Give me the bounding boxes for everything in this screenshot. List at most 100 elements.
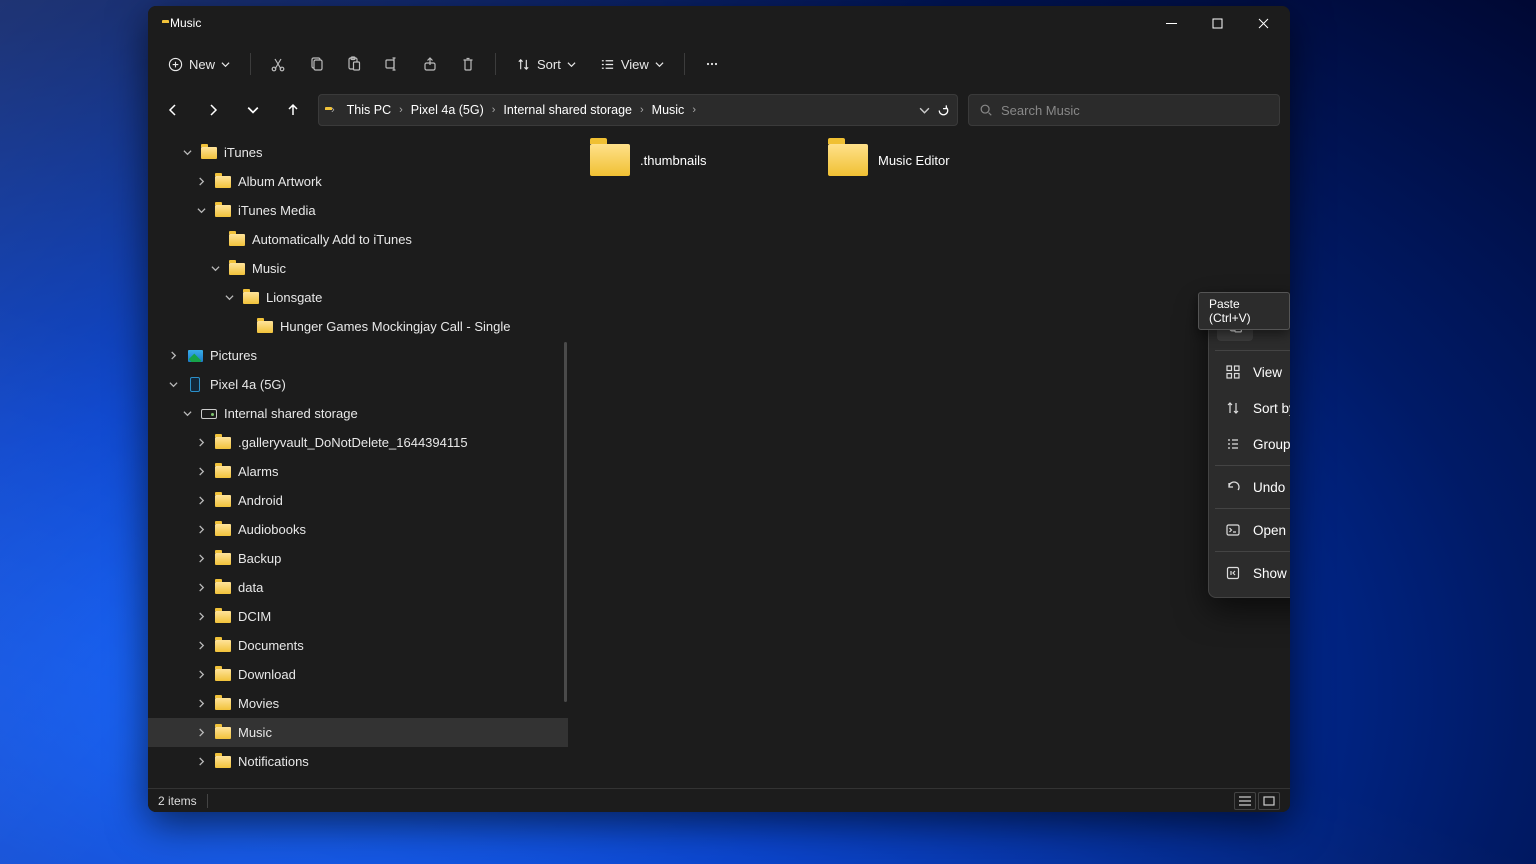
tree-node[interactable]: DCIM	[148, 602, 568, 631]
search-input[interactable]	[1001, 103, 1269, 118]
chevron-right-icon[interactable]	[194, 525, 208, 534]
minimize-button[interactable]	[1148, 8, 1194, 38]
body: iTunesAlbum ArtworkiTunes MediaAutomatic…	[148, 132, 1290, 788]
status-separator	[207, 794, 208, 808]
tree-node[interactable]: .galleryvault_DoNotDelete_1644394115	[148, 428, 568, 457]
chevron-right-icon[interactable]	[194, 699, 208, 708]
rename-button[interactable]	[375, 47, 409, 81]
folder-icon	[214, 522, 232, 538]
refresh-button[interactable]	[936, 103, 951, 118]
chevron-down-icon[interactable]	[208, 264, 222, 273]
cut-button[interactable]	[261, 47, 295, 81]
chevron-right-icon[interactable]	[194, 757, 208, 766]
copy-button[interactable]	[299, 47, 333, 81]
large-icons-view-button[interactable]	[1258, 792, 1280, 810]
folder-icon	[214, 580, 232, 596]
folder-item[interactable]: .thumbnails	[590, 144, 706, 176]
chevron-right-icon[interactable]	[194, 438, 208, 447]
share-button[interactable]	[413, 47, 447, 81]
tree-node[interactable]: Android	[148, 486, 568, 515]
navigation-tree[interactable]: iTunesAlbum ArtworkiTunes MediaAutomatic…	[148, 132, 568, 788]
sort-icon	[516, 57, 531, 72]
folder-icon	[214, 493, 232, 509]
tree-node-label: Lionsgate	[266, 290, 322, 305]
ctx-sortby[interactable]: Sort by ›	[1215, 390, 1290, 426]
delete-button[interactable]	[451, 47, 485, 81]
paste-button[interactable]	[337, 47, 371, 81]
chevron-right-icon[interactable]	[194, 496, 208, 505]
pictures-icon	[186, 348, 204, 364]
breadcrumb-segment[interactable]: Music	[646, 99, 691, 121]
tree-node[interactable]: Backup	[148, 544, 568, 573]
chevron-right-icon[interactable]	[194, 641, 208, 650]
chevron-right-icon[interactable]	[194, 554, 208, 563]
folder-icon	[200, 145, 218, 161]
tree-node[interactable]: Internal shared storage	[148, 399, 568, 428]
chevron-down-icon[interactable]	[166, 380, 180, 389]
tree-node[interactable]: iTunes Media	[148, 196, 568, 225]
folder-icon	[214, 435, 232, 451]
address-bar[interactable]: › This PC›Pixel 4a (5G)›Internal shared …	[318, 94, 958, 126]
view-label: View	[621, 57, 649, 72]
tree-node-label: DCIM	[238, 609, 271, 624]
chevron-right-icon[interactable]	[194, 670, 208, 679]
phone-icon	[186, 377, 204, 393]
tree-node[interactable]: Audiobooks	[148, 515, 568, 544]
scrollbar[interactable]	[564, 342, 567, 702]
tree-node-label: Documents	[238, 638, 304, 653]
ctx-groupby[interactable]: Group by ›	[1215, 426, 1290, 462]
folder-item[interactable]: Music Editor	[828, 144, 950, 176]
view-button[interactable]: View	[590, 51, 674, 78]
tree-node[interactable]: Music	[148, 254, 568, 283]
tree-node[interactable]: Movies	[148, 689, 568, 718]
chevron-down-icon[interactable]	[222, 293, 236, 302]
tree-node[interactable]: Hunger Games Mockingjay Call - Single	[148, 312, 568, 341]
close-button[interactable]	[1240, 8, 1286, 38]
ctx-view[interactable]: View ›	[1215, 354, 1290, 390]
new-button[interactable]: New	[158, 51, 240, 78]
paste-tooltip: Paste (Ctrl+V)	[1198, 292, 1290, 330]
chevron-right-icon[interactable]	[166, 351, 180, 360]
back-button[interactable]	[158, 95, 188, 125]
chevron-right-icon[interactable]	[194, 583, 208, 592]
tree-node[interactable]: Pixel 4a (5G)	[148, 370, 568, 399]
tree-node-label: Movies	[238, 696, 279, 711]
ctx-undo[interactable]: Undo Rename Ctrl+Z	[1215, 469, 1290, 505]
content-pane[interactable]: Paste (Ctrl+V) View › Sort by ›	[568, 132, 1290, 788]
breadcrumb-segment[interactable]: This PC	[341, 99, 397, 121]
chevron-right-icon[interactable]	[194, 728, 208, 737]
group-icon	[1225, 436, 1241, 452]
breadcrumb-segment[interactable]: Pixel 4a (5G)	[405, 99, 490, 121]
tree-node[interactable]: Download	[148, 660, 568, 689]
more-button[interactable]	[695, 47, 729, 81]
chevron-down-icon[interactable]	[180, 409, 194, 418]
chevron-down-icon[interactable]	[919, 105, 930, 116]
chevron-right-icon[interactable]	[194, 612, 208, 621]
breadcrumb-segment[interactable]: Internal shared storage	[497, 99, 638, 121]
tree-node[interactable]: Documents	[148, 631, 568, 660]
chevron-down-icon[interactable]	[180, 148, 194, 157]
tree-node[interactable]: Alarms	[148, 457, 568, 486]
recent-button[interactable]	[238, 95, 268, 125]
more-icon	[1225, 565, 1241, 581]
up-button[interactable]	[278, 95, 308, 125]
sort-button[interactable]: Sort	[506, 51, 586, 78]
tree-node[interactable]: Album Artwork	[148, 167, 568, 196]
tree-node[interactable]: iTunes	[148, 138, 568, 167]
tree-node[interactable]: Notifications	[148, 747, 568, 776]
maximize-button[interactable]	[1194, 8, 1240, 38]
tree-node[interactable]: data	[148, 573, 568, 602]
details-view-button[interactable]	[1234, 792, 1256, 810]
forward-button[interactable]	[198, 95, 228, 125]
ctx-terminal[interactable]: Open in Terminal	[1215, 512, 1290, 548]
search-box[interactable]	[968, 94, 1280, 126]
tree-node[interactable]: Automatically Add to iTunes	[148, 225, 568, 254]
ctx-more[interactable]: Show more options Shift+F10	[1215, 555, 1290, 591]
chevron-right-icon[interactable]	[194, 467, 208, 476]
tree-node[interactable]: Pictures	[148, 341, 568, 370]
chevron-right-icon[interactable]	[194, 177, 208, 186]
chevron-down-icon[interactable]	[194, 206, 208, 215]
tree-node-label: .galleryvault_DoNotDelete_1644394115	[238, 435, 468, 450]
tree-node[interactable]: Lionsgate	[148, 283, 568, 312]
tree-node[interactable]: Music	[148, 718, 568, 747]
